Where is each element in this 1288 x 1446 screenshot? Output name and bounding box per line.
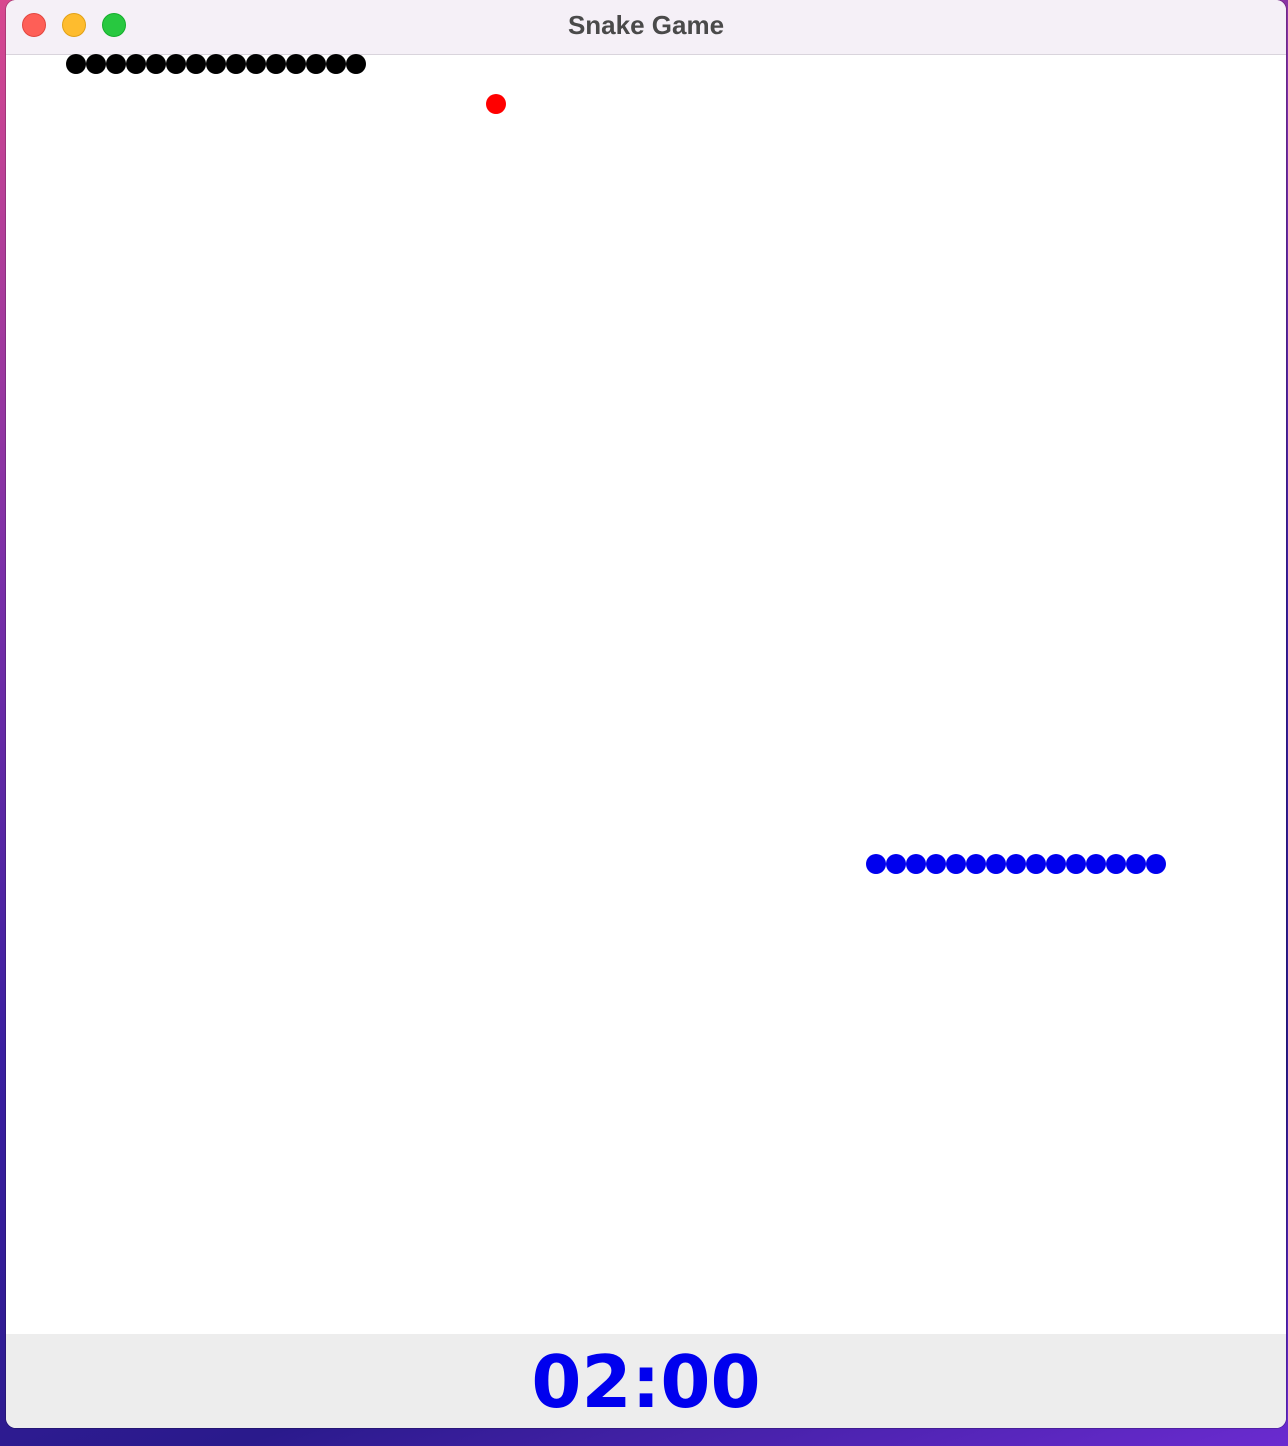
blue-snake-segment — [966, 854, 986, 874]
game-board[interactable] — [6, 54, 1286, 1334]
black-snake-segment — [246, 54, 266, 74]
black-snake-segment — [166, 54, 186, 74]
blue-snake-segment — [986, 854, 1006, 874]
blue-snake-segment — [926, 854, 946, 874]
blue-snake-segment — [1086, 854, 1106, 874]
blue-snake-segment — [1126, 854, 1146, 874]
title-bar: Snake Game — [6, 0, 1286, 55]
blue-snake-segment — [906, 854, 926, 874]
blue-snake-segment — [1106, 854, 1126, 874]
window-title: Snake Game — [567, 10, 725, 40]
black-snake-segment — [126, 54, 146, 74]
countdown-timer: 02:00 — [531, 1340, 761, 1424]
black-snake-segment — [266, 54, 286, 74]
blue-snake-segment — [946, 854, 966, 874]
black-snake-segment — [66, 54, 86, 74]
blue-snake-segment — [1006, 854, 1026, 874]
black-snake-segment — [326, 54, 346, 74]
black-snake-segment — [206, 54, 226, 74]
status-bar: 02:00 — [6, 1334, 1286, 1428]
black-snake-segment — [306, 54, 326, 74]
black-snake-segment — [146, 54, 166, 74]
game-window: Snake Game 02:00 — [6, 0, 1286, 1428]
black-snake-segment — [226, 54, 246, 74]
food-pellet — [486, 94, 506, 114]
black-snake-segment — [186, 54, 206, 74]
black-snake-segment — [286, 54, 306, 74]
black-snake-segment — [346, 54, 366, 74]
black-snake-segment — [106, 54, 126, 74]
blue-snake-segment — [886, 854, 906, 874]
blue-snake-segment — [1026, 854, 1046, 874]
blue-snake-segment — [1066, 854, 1086, 874]
blue-snake-segment — [866, 854, 886, 874]
black-snake-segment — [86, 54, 106, 74]
blue-snake-segment — [1146, 854, 1166, 874]
blue-snake-segment — [1046, 854, 1066, 874]
